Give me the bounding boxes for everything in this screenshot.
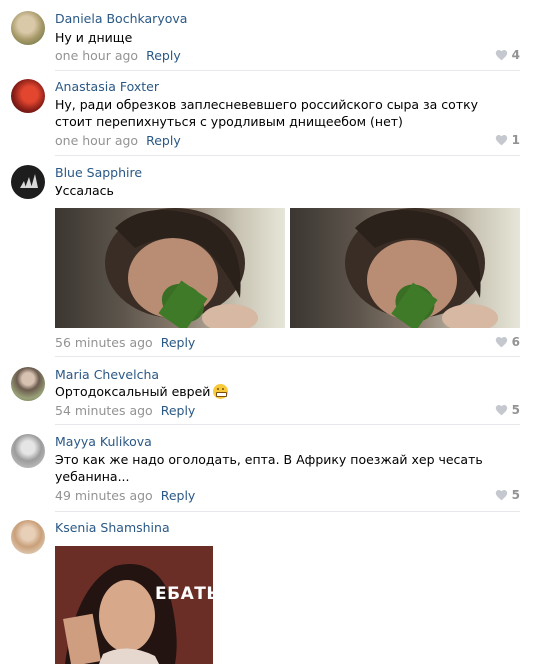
reply-button[interactable]: Reply xyxy=(146,48,181,63)
avatar[interactable] xyxy=(11,165,45,199)
like-button[interactable]: 6 xyxy=(495,335,520,349)
like-count: 6 xyxy=(511,335,520,349)
avatar[interactable] xyxy=(11,434,45,468)
like-count: 5 xyxy=(511,403,520,417)
comment-text: Ну и днище xyxy=(55,30,133,45)
heart-icon xyxy=(495,405,507,416)
comment-time[interactable]: one hour ago xyxy=(55,133,138,148)
divider xyxy=(55,70,520,71)
reply-button[interactable]: Reply xyxy=(161,488,196,503)
comment-text: Это как же надо оголодать, епта. В Африк… xyxy=(55,452,483,484)
comment-text-content: Ортодоксальный еврей xyxy=(55,384,211,399)
reply-button[interactable]: Reply xyxy=(161,403,196,418)
photo-illustration xyxy=(105,208,258,328)
like-count: 4 xyxy=(511,48,520,62)
like-button[interactable]: 1 xyxy=(495,133,520,147)
heart-icon xyxy=(495,135,507,146)
comment-text: Уссалась xyxy=(55,183,114,198)
comment-item: Ksenia Shamshina ЕБАТЬ xyxy=(0,513,538,664)
comment-author[interactable]: Daniela Bochkaryova xyxy=(55,11,187,26)
adidas-logo-icon xyxy=(20,174,38,188)
comment-meta: 54 minutes ago Reply xyxy=(55,403,195,418)
like-button[interactable]: 5 xyxy=(495,488,520,502)
like-button[interactable]: 5 xyxy=(495,403,520,417)
comment-photo[interactable] xyxy=(290,208,520,328)
divider xyxy=(55,424,520,425)
comment-text: Ортодоксальный еврей xyxy=(55,383,517,400)
comment-photo[interactable]: ЕБАТЬ xyxy=(55,546,213,664)
divider xyxy=(55,511,520,512)
avatar[interactable] xyxy=(11,520,45,554)
comment-author[interactable]: Ksenia Shamshina xyxy=(55,520,170,535)
heart-icon xyxy=(495,337,507,348)
comment-author[interactable]: Anastasia Foxter xyxy=(55,79,159,94)
heart-icon xyxy=(495,50,507,61)
comment-item: Mayya Kulikova Это как же надо оголодать… xyxy=(0,426,538,513)
grimacing-face-icon xyxy=(213,384,229,399)
comment-author[interactable]: Blue Sapphire xyxy=(55,165,142,180)
photo-illustration xyxy=(55,546,213,664)
comment-item: Blue Sapphire Уссалась 56 minutes ago Rep… xyxy=(0,157,538,357)
comment-text: Ну, ради обрезков заплесневевшего россий… xyxy=(55,97,479,129)
comment-meta: one hour ago Reply xyxy=(55,48,181,63)
comment-time[interactable]: 49 minutes ago xyxy=(55,488,153,503)
comment-meta: 56 minutes ago Reply xyxy=(55,335,195,350)
heart-icon xyxy=(495,490,507,501)
like-count: 1 xyxy=(511,133,520,147)
reply-button[interactable]: Reply xyxy=(146,133,181,148)
comment-time[interactable]: one hour ago xyxy=(55,48,138,63)
divider xyxy=(55,356,520,357)
avatar[interactable] xyxy=(11,367,45,401)
comment-meta: 49 minutes ago Reply xyxy=(55,488,195,503)
comment-meta: one hour ago Reply xyxy=(55,133,181,148)
photo-caption: ЕБАТЬ xyxy=(155,584,213,604)
divider xyxy=(55,155,520,156)
reply-button[interactable]: Reply xyxy=(161,335,196,350)
avatar[interactable] xyxy=(11,11,45,45)
comment-author[interactable]: Mayya Kulikova xyxy=(55,434,152,449)
comment-item: Anastasia Foxter Ну, ради обрезков запле… xyxy=(0,72,538,157)
comment-item: Maria Chevelcha Ортодоксальный еврей 54 … xyxy=(0,358,538,426)
comment-author[interactable]: Maria Chevelcha xyxy=(55,367,159,382)
like-count: 5 xyxy=(511,488,520,502)
comment-time[interactable]: 54 minutes ago xyxy=(55,403,153,418)
photo-illustration xyxy=(345,208,498,328)
comment-photo[interactable] xyxy=(55,208,285,328)
like-button[interactable]: 4 xyxy=(495,48,520,62)
avatar[interactable] xyxy=(11,79,45,113)
comment-time[interactable]: 56 minutes ago xyxy=(55,335,153,350)
comment-item: Daniela Bochkaryova Ну и днище one hour … xyxy=(0,0,538,72)
